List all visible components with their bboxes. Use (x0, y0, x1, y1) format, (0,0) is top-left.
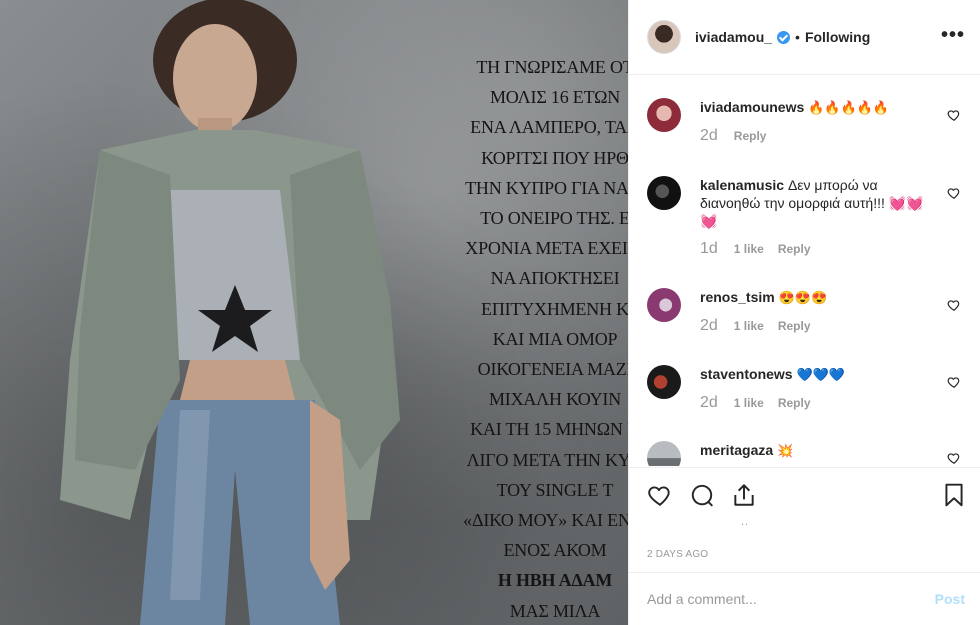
image-text-line: ΕΝΑ ΛΑΜΠΕΡΟ, ΤΑΛ (470, 117, 628, 138)
avatar[interactable] (647, 98, 681, 132)
comment-meta: 2d 1 like Reply (700, 394, 938, 412)
comment-likes[interactable]: 1 like (734, 317, 764, 335)
image-text-line: ΜΙΧΑΛΗ ΚΟΥΙΝ (488, 389, 621, 410)
comment-body: meritagaza 💥 (700, 441, 938, 460)
share-upload-icon[interactable] (731, 482, 757, 508)
carousel-dots: .. (741, 516, 750, 528)
comment-text: 💥 (777, 443, 794, 458)
image-text-line: Η ΗΒΗ ΑΔΑΜ (497, 570, 613, 591)
comment-meta: 2d Reply (700, 127, 938, 145)
image-text-line: ΤΟΥ SINGLE Τ (496, 479, 614, 500)
image-text-line: ΜΟΛΙΣ 16 ΕΤΩΝ (489, 87, 621, 108)
comment-body: staventonews 💙💙💙 2d 1 like Reply (700, 365, 938, 412)
avatar[interactable] (647, 365, 681, 399)
comment-username[interactable]: renos_tsim (700, 289, 775, 305)
comment-age: 1d (700, 240, 718, 257)
image-text-line: ΚΑΙ ΜΙΑ ΟΜΟΡ (492, 328, 618, 349)
image-text-line: ΧΡΟΝΙΑ ΜΕΤΑ ΕΧΕΙ Κ (465, 238, 628, 259)
image-text-line: ΟΙΚΟΓΕΝΕΙΑ ΜΑΖΙ (477, 359, 628, 380)
post-image[interactable]: ΤΗ ΓΝΩΡΙΣΑΜΕ ΟΤ ΜΟΛΙΣ 16 ΕΤΩΝ ΕΝΑ ΛΑΜΠΕΡ… (0, 0, 628, 625)
comment-username[interactable]: kalenamusic (700, 177, 784, 193)
comment-age: 2d (700, 394, 718, 411)
comment-body: renos_tsim 😍😍😍 2d 1 like Reply (700, 288, 938, 335)
image-text-line: ΤΗ ΓΝΩΡΙΣΑΜΕ ΟΤ (476, 57, 628, 77)
image-text-line: ΝΑ ΑΠΟΚΤΗΣΕΙ (490, 268, 620, 289)
verified-badge-icon (777, 30, 791, 44)
post-header: iviadamou_ • Following ••• (629, 0, 980, 75)
post-timestamp: 2 DAYS AGO (647, 549, 709, 560)
add-comment-bar: Post (629, 572, 980, 625)
more-options-icon[interactable]: ••• (941, 24, 965, 47)
comment-age: 2d (700, 317, 718, 334)
comment-username[interactable]: staventonews (700, 366, 793, 382)
image-text-line: ΕΠΙΤΥΧΗΜΕΝΗ Κ (481, 298, 628, 319)
post-image-text: ΤΗ ΓΝΩΡΙΣΑΜΕ ΟΤ ΜΟΛΙΣ 16 ΕΤΩΝ ΕΝΑ ΛΑΜΠΕΡ… (440, 52, 628, 625)
comment-meta: 1d 1 like Reply (700, 240, 938, 258)
image-text-line: ΤΗΝ ΚΥΠΡΟ ΓΙΑ ΝΑ Κ (465, 177, 628, 198)
comments-list[interactable]: iviadamounews 🔥🔥🔥🔥🔥 2d Reply kalenamusic… (629, 76, 980, 466)
avatar[interactable] (647, 20, 681, 54)
reply-button[interactable]: Reply (778, 317, 811, 335)
post-comment-button[interactable]: Post (935, 591, 965, 607)
reply-button[interactable]: Reply (778, 394, 811, 412)
comment-likes[interactable]: 1 like (734, 240, 764, 258)
like-comment-heart-icon[interactable] (947, 108, 961, 122)
header-separator: • (795, 29, 800, 45)
following-button[interactable]: Following (805, 29, 870, 45)
image-text-line: ΚΑΙ ΤΗ 15 ΜΗΝΩΝ Κ (470, 419, 628, 440)
like-comment-heart-icon[interactable] (947, 298, 961, 312)
avatar[interactable] (647, 176, 681, 210)
reply-button[interactable]: Reply (734, 127, 767, 145)
comment-text: 🔥🔥🔥🔥🔥 (808, 100, 890, 115)
like-comment-heart-icon[interactable] (947, 451, 961, 465)
like-comment-heart-icon[interactable] (947, 186, 961, 200)
header-username[interactable]: iviadamou_ (695, 29, 772, 45)
comment-text: 😍😍😍 (778, 290, 828, 305)
reply-button[interactable]: Reply (778, 240, 811, 258)
avatar[interactable] (647, 441, 681, 466)
comment-meta: 2d 1 like Reply (700, 317, 938, 335)
woman-photo-figure (60, 0, 400, 625)
image-text-line: «ΔΙΚΟ ΜΟΥ» ΚΑΙ ΕΝ Α (463, 510, 628, 531)
like-heart-icon[interactable] (647, 482, 673, 508)
comment-body: iviadamounews 🔥🔥🔥🔥🔥 2d Reply (700, 98, 938, 145)
image-text-line: ΤΟ ΟΝΕΙΡΟ ΤΗΣ. Ε (480, 208, 628, 229)
comment-username[interactable]: iviadamounews (700, 99, 804, 115)
avatar[interactable] (647, 288, 681, 322)
comment-body: kalenamusic Δεν μπορώ να διανοηθώ την ομ… (700, 176, 938, 258)
comment-likes[interactable]: 1 like (734, 394, 764, 412)
image-text-line: ΚΟΡΙΤΣΙ ΠΟΥ ΗΡΘ (481, 147, 628, 168)
like-comment-heart-icon[interactable] (947, 375, 961, 389)
image-text-line: ΕΝΟΣ ΑΚΟΜ (503, 540, 607, 561)
bookmark-icon[interactable] (941, 482, 967, 508)
comment-input[interactable] (647, 591, 917, 607)
comment-bubble-icon[interactable] (689, 482, 715, 508)
post-actions-bar: .. (629, 467, 980, 528)
comment-username[interactable]: meritagaza (700, 442, 773, 458)
comment-age: 2d (700, 127, 718, 144)
comment-text: 💙💙💙 (796, 367, 846, 382)
image-text-line: ΛΙΓΟ ΜΕΤΑ ΤΗΝ ΚΥΚ (466, 449, 628, 470)
image-text-line: ΜΑΣ ΜΙΛΑ (509, 600, 601, 621)
post-side-panel: iviadamou_ • Following ••• iviadamounews… (628, 0, 980, 625)
